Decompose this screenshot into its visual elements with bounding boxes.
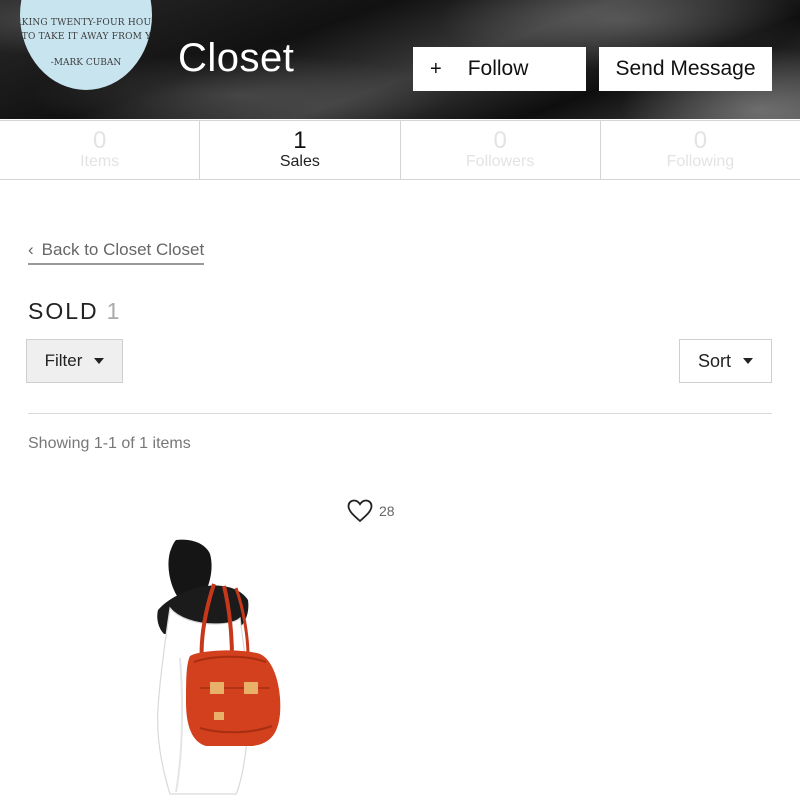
sort-button[interactable]: Sort bbox=[679, 339, 772, 383]
avatar-quote-author: -MARK CUBAN bbox=[50, 58, 122, 68]
plus-icon: + bbox=[430, 57, 442, 80]
stat-number: 0 bbox=[92, 127, 107, 154]
avatar-quote-line-2: DAY TO TAKE IT AWAY FROM YOU." bbox=[20, 32, 152, 42]
back-to-closet-link[interactable]: ‹ Back to Closet Closet bbox=[28, 240, 205, 265]
follow-button[interactable]: + Follow bbox=[413, 47, 586, 91]
stat-following[interactable]: 0 Following bbox=[601, 121, 800, 179]
chevron-left-icon: ‹ bbox=[28, 240, 34, 259]
back-link-label: Back to Closet Closet bbox=[41, 240, 205, 259]
stat-number: 0 bbox=[693, 127, 708, 154]
send-message-label: Send Message bbox=[615, 57, 756, 80]
follow-label: Follow bbox=[467, 57, 529, 80]
heart-outline-icon[interactable] bbox=[347, 499, 373, 523]
product-image[interactable] bbox=[140, 538, 300, 798]
divider bbox=[28, 413, 772, 414]
stat-followers[interactable]: 0 Followers bbox=[401, 121, 601, 179]
stat-sales[interactable]: 1 Sales bbox=[200, 121, 401, 179]
stat-label: Following bbox=[666, 153, 735, 170]
filter-label: Filter bbox=[44, 351, 83, 370]
section-title: SOLD bbox=[28, 298, 99, 324]
filter-button[interactable]: Filter bbox=[26, 339, 123, 383]
stats-bar: 0 Items 1 Sales 0 Followers 0 Following bbox=[0, 120, 800, 180]
closet-title: Closet bbox=[178, 36, 295, 80]
stat-items[interactable]: 0 Items bbox=[0, 121, 201, 179]
avatar-quote-line-1: WORKING TWENTY-FOUR HOURS A bbox=[20, 18, 152, 28]
stat-label: Sales bbox=[279, 153, 320, 170]
like-control[interactable]: 28 bbox=[347, 499, 395, 523]
stat-number: 1 bbox=[293, 127, 307, 154]
stat-label: Items bbox=[80, 153, 120, 170]
caret-down-icon bbox=[743, 358, 753, 364]
stat-number: 0 bbox=[493, 127, 507, 154]
sort-label: Sort bbox=[697, 350, 731, 371]
caret-down-icon bbox=[94, 358, 105, 364]
results-count: Showing 1-1 of 1 items bbox=[28, 435, 191, 452]
section-count: 1 bbox=[106, 298, 122, 324]
section-heading: SOLD 1 bbox=[28, 298, 121, 325]
like-count: 28 bbox=[379, 503, 395, 519]
avatar[interactable]: WORKING TWENTY-FOUR HOURS A DAY TO TAKE … bbox=[20, 0, 152, 90]
send-message-button[interactable]: Send Message bbox=[599, 47, 772, 91]
stat-label: Followers bbox=[465, 153, 535, 170]
profile-banner: WORKING TWENTY-FOUR HOURS A DAY TO TAKE … bbox=[0, 0, 800, 119]
